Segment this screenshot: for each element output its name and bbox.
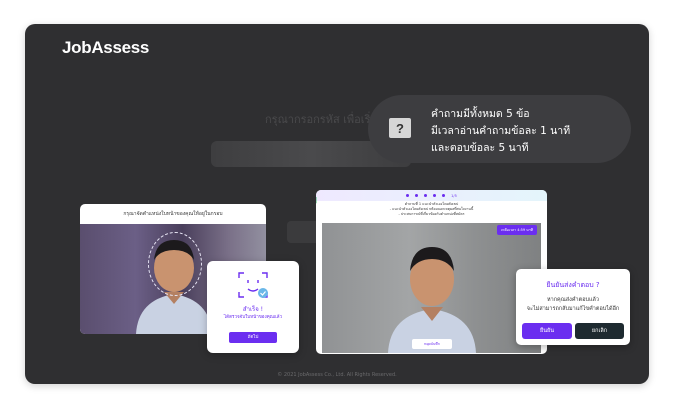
next-button[interactable]: ถัดไป: [229, 332, 277, 343]
confirm-button[interactable]: ยืนยัน: [522, 323, 572, 339]
audio-level-icon: ıı|: [316, 197, 317, 204]
candidate-video: [388, 247, 476, 353]
confirm-submit-dialog: ยืนยันส่งคำตอบ ? หากคุณส่งคำตอบแล้ว จะไม…: [516, 269, 630, 345]
footer-copyright: © 2021 JobAssess Co., Ltd. All Rights Re…: [277, 372, 397, 378]
step-dot: [415, 194, 419, 197]
face-id-icon: [238, 272, 268, 298]
face-capture-header: กรุณาจัดตำแหน่งใบหน้าของคุณให้อยู่ในกรอบ: [123, 211, 223, 217]
step-label: 1/5: [451, 193, 457, 198]
cancel-button[interactable]: ยกเลิก: [575, 323, 624, 339]
step-indicator: 1/5: [316, 190, 547, 201]
face-frame-outline: [148, 232, 202, 296]
step-dot: [442, 194, 446, 197]
confirm-title: ยืนยันส่งคำตอบ ?: [546, 281, 600, 289]
instructions-pill: ? คำถามมีทั้งหมด 5 ข้อ มีเวลาอ่านคำถามข้…: [368, 95, 631, 163]
step-dot: [406, 194, 410, 197]
countdown-timer: เหลือเวลา 4:59 นาที: [497, 225, 537, 235]
background-placeholder-text: กรุณากรอกรหัส เพื่อเริ่ม: [265, 113, 378, 126]
confirm-message-line-2: จะไม่สามารถกลับมาแก้ไขคำตอบได้อีก: [526, 306, 620, 312]
success-dialog: สำเร็จ ! ได้ตรวจจับใบหน้าของคุณแล้ว ถัดไ…: [207, 261, 299, 353]
app-logo: JobAssess: [62, 38, 150, 57]
step-dot: [433, 194, 437, 197]
confirm-message-line-1: หากคุณส่งคำตอบแล้ว: [546, 297, 599, 303]
instruction-line-1: คำถามมีทั้งหมด 5 ข้อ: [431, 108, 530, 120]
confirm-message: หากคุณส่งคำตอบแล้ว จะไม่สามารถกลับมาแก้ไ…: [516, 296, 630, 314]
video-preview: เหลือเวลา 4:59 นาที หยุดบันทึก: [322, 223, 541, 353]
video-question-card: 1/5 คำถามที่ 1 แนะนำตัวเองโดยสังเขป - แน…: [316, 190, 547, 354]
step-dot: [424, 194, 428, 197]
success-subtitle: ได้ตรวจจับใบหน้าของคุณแล้ว: [223, 315, 283, 320]
instruction-line-2: มีเวลาอ่านคำถามข้อละ 1 นาที: [431, 125, 571, 137]
instruction-line-3: และตอบข้อละ 5 นาที: [431, 142, 529, 154]
question-text: คำถามที่ 1 แนะนำตัวเองโดยสังเขป - แนะนำต…: [316, 202, 547, 217]
question-line-2: - ประสบการณ์ที่เกี่ยวข้องกับตำแหน่งที่สม…: [398, 212, 465, 216]
app-frame: JobAssess กรุณากรอกรหัส เพื่อเริ่ม ? คำถ…: [25, 24, 649, 384]
question-icon: ?: [389, 118, 411, 138]
instructions-text: คำถามมีทั้งหมด 5 ข้อ มีเวลาอ่านคำถามข้อล…: [431, 106, 570, 157]
stop-recording-button[interactable]: หยุดบันทึก: [412, 339, 452, 349]
